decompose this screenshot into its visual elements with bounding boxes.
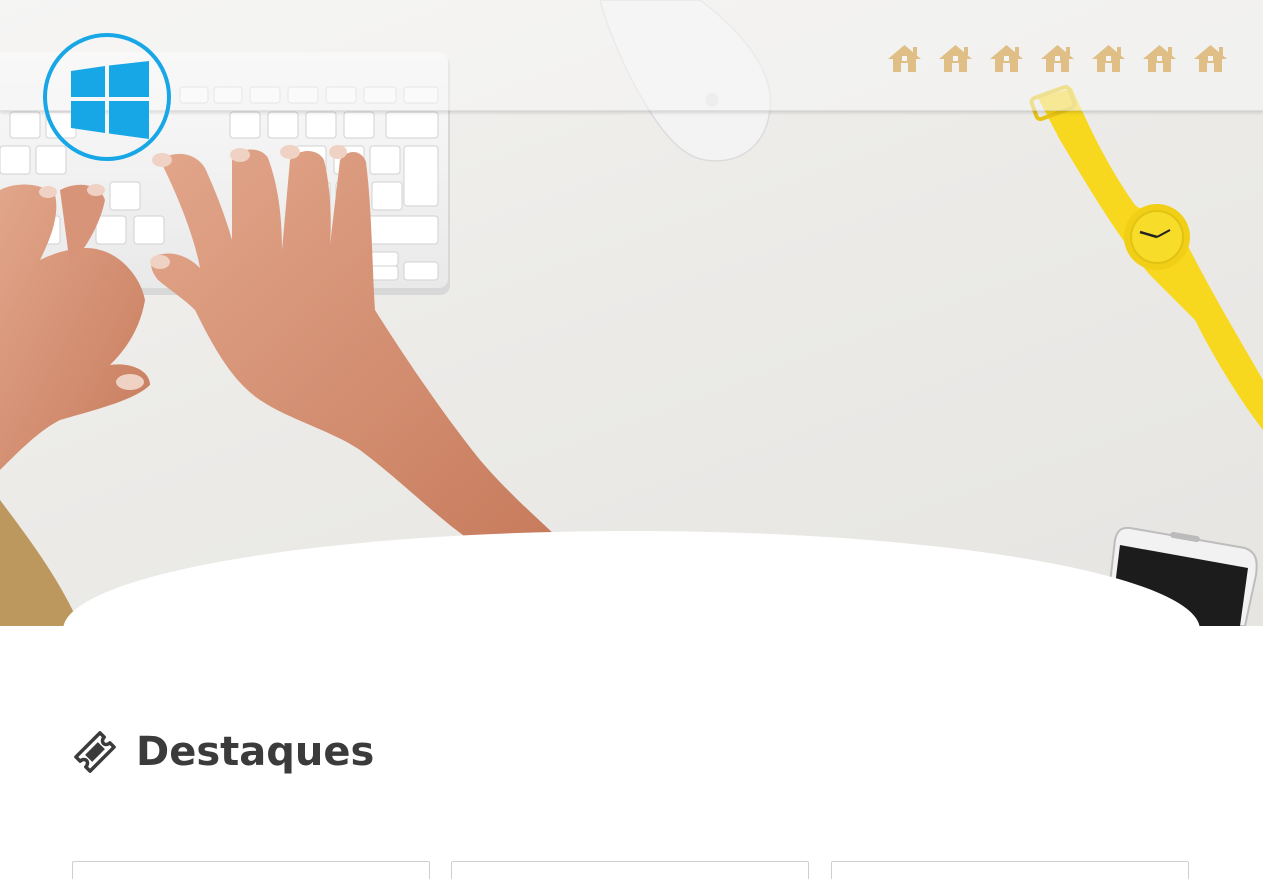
featured-cards [72, 861, 1192, 879]
windows-logo-icon [71, 61, 149, 139]
header-bar [0, 0, 1263, 111]
ticket-icon [74, 731, 116, 773]
site-logo[interactable] [43, 33, 171, 161]
right-hand [150, 145, 560, 540]
section-header: Destaques [72, 724, 374, 780]
main-nav [886, 42, 1229, 74]
featured-card[interactable] [451, 861, 809, 879]
hero-banner [0, 0, 1263, 626]
home-icon[interactable] [886, 42, 923, 74]
home-icon[interactable] [1090, 42, 1127, 74]
featured-card[interactable] [831, 861, 1189, 879]
home-icon[interactable] [988, 42, 1025, 74]
home-icon[interactable] [1192, 42, 1229, 74]
featured-card[interactable] [72, 861, 430, 879]
yellow-watch [1029, 84, 1263, 430]
home-icon[interactable] [937, 42, 974, 74]
home-icon[interactable] [1141, 42, 1178, 74]
page: Destaques [0, 0, 1263, 879]
section-title: Destaques [136, 729, 375, 775]
home-icon[interactable] [1039, 42, 1076, 74]
